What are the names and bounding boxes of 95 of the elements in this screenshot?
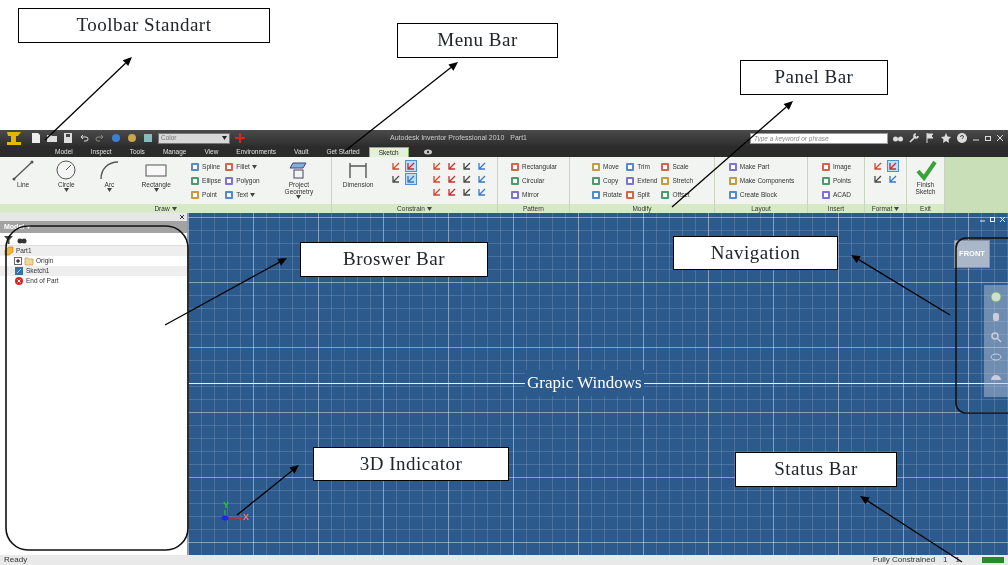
constraint-icon [478,188,487,196]
status-indicator [982,557,1004,563]
callout-label: Broswer Bar [300,242,488,277]
tool-icon [190,161,201,172]
save-icon[interactable] [62,132,74,144]
graphics-window-label: Grapic Windows [525,370,644,396]
part-icon [4,246,14,256]
tool-icon [509,161,520,172]
callout-arrow [236,465,299,516]
icon-button[interactable] [872,160,884,172]
constraint-icon [433,162,442,170]
flag-icon[interactable] [924,132,936,144]
arc-icon [98,159,121,181]
constraint-icon [478,175,487,183]
undo-icon[interactable] [78,132,90,144]
document-icon[interactable] [30,132,42,144]
icon-button[interactable] [389,160,402,172]
star-icon[interactable] [940,132,952,144]
tool-icon [591,161,601,172]
restore-icon[interactable] [984,134,992,142]
filter-icon[interactable] [4,234,13,244]
plus-icon[interactable] [234,132,246,144]
constraint-icon [448,188,457,196]
tool-icon [727,175,738,186]
constraint-icon [478,162,487,170]
redo-icon[interactable] [94,132,106,144]
check-icon [914,159,937,181]
caret-icon [26,225,32,229]
constraint-icon [889,162,897,170]
tool-icon [509,189,520,200]
tool-icon [625,189,636,200]
icon-button[interactable] [404,160,417,172]
folder-icon[interactable] [46,132,58,144]
icon-button[interactable] [887,173,899,185]
constraint-icon [391,175,400,183]
tool-icon [660,175,671,186]
eye-icon[interactable] [422,148,433,156]
icon-button[interactable] [389,173,402,185]
sphere-icon[interactable] [110,132,122,144]
restore-icon[interactable] [989,216,996,223]
constraint-icon [874,175,882,183]
line-icon [12,159,35,181]
constraint-icon [433,175,442,183]
constraint-icon [463,175,472,183]
axis-label: Y [223,501,230,510]
tool-icon [190,189,201,200]
tool-icon [509,175,520,186]
tool-icon [591,189,601,200]
tool-icon [820,189,831,200]
status-value: 1 [955,554,960,565]
tool-icon [660,189,671,200]
constraint-icon [889,175,897,183]
tool-icon [820,161,831,172]
caret-icon [222,136,227,140]
constraint-icon [463,188,472,196]
expand-icon[interactable] [14,257,22,265]
tool-icon [591,175,601,186]
close-icon[interactable] [179,214,185,220]
cube-icon [287,159,310,181]
constraint-icon [448,175,457,183]
axis-label: X [243,513,249,522]
wrench-icon[interactable] [908,132,920,144]
tool-icon [224,161,235,172]
tool-icon [224,175,235,186]
axis-triad-icon [221,510,243,522]
callout-label: 3D Indicator [313,447,509,481]
tool-icon [660,161,671,172]
callout-label: Navigation [673,236,838,270]
tool-icon [727,189,738,200]
constraint-icon [406,162,415,170]
tool-icon [625,175,636,186]
icon-button[interactable] [887,160,899,172]
constraint-icon [391,162,400,170]
callout-label: Menu Bar [397,23,558,58]
stop-icon [14,276,24,286]
sketch-icon [14,266,24,276]
icon-button[interactable] [404,173,417,185]
tool-icon [820,175,831,186]
help-icon[interactable] [956,132,968,144]
constraint-icon [463,162,472,170]
tool-icon [224,189,235,200]
callout-label: Toolbar Standart [18,8,270,43]
icon-button[interactable] [872,173,884,185]
tool-icon [727,161,738,172]
constraint-icon [406,175,415,183]
status-value: 1 [943,554,948,565]
constraint-icon [448,162,457,170]
tool-icon [190,175,201,186]
callout-label: Status Bar [735,452,897,487]
tool-icon [625,161,636,172]
constraint-icon [874,162,882,170]
status-constraint: Fully Constrained [872,554,936,565]
constraint-icon [433,188,442,196]
callout-label: Panel Bar [740,60,888,95]
status-message: Ready [4,554,28,565]
